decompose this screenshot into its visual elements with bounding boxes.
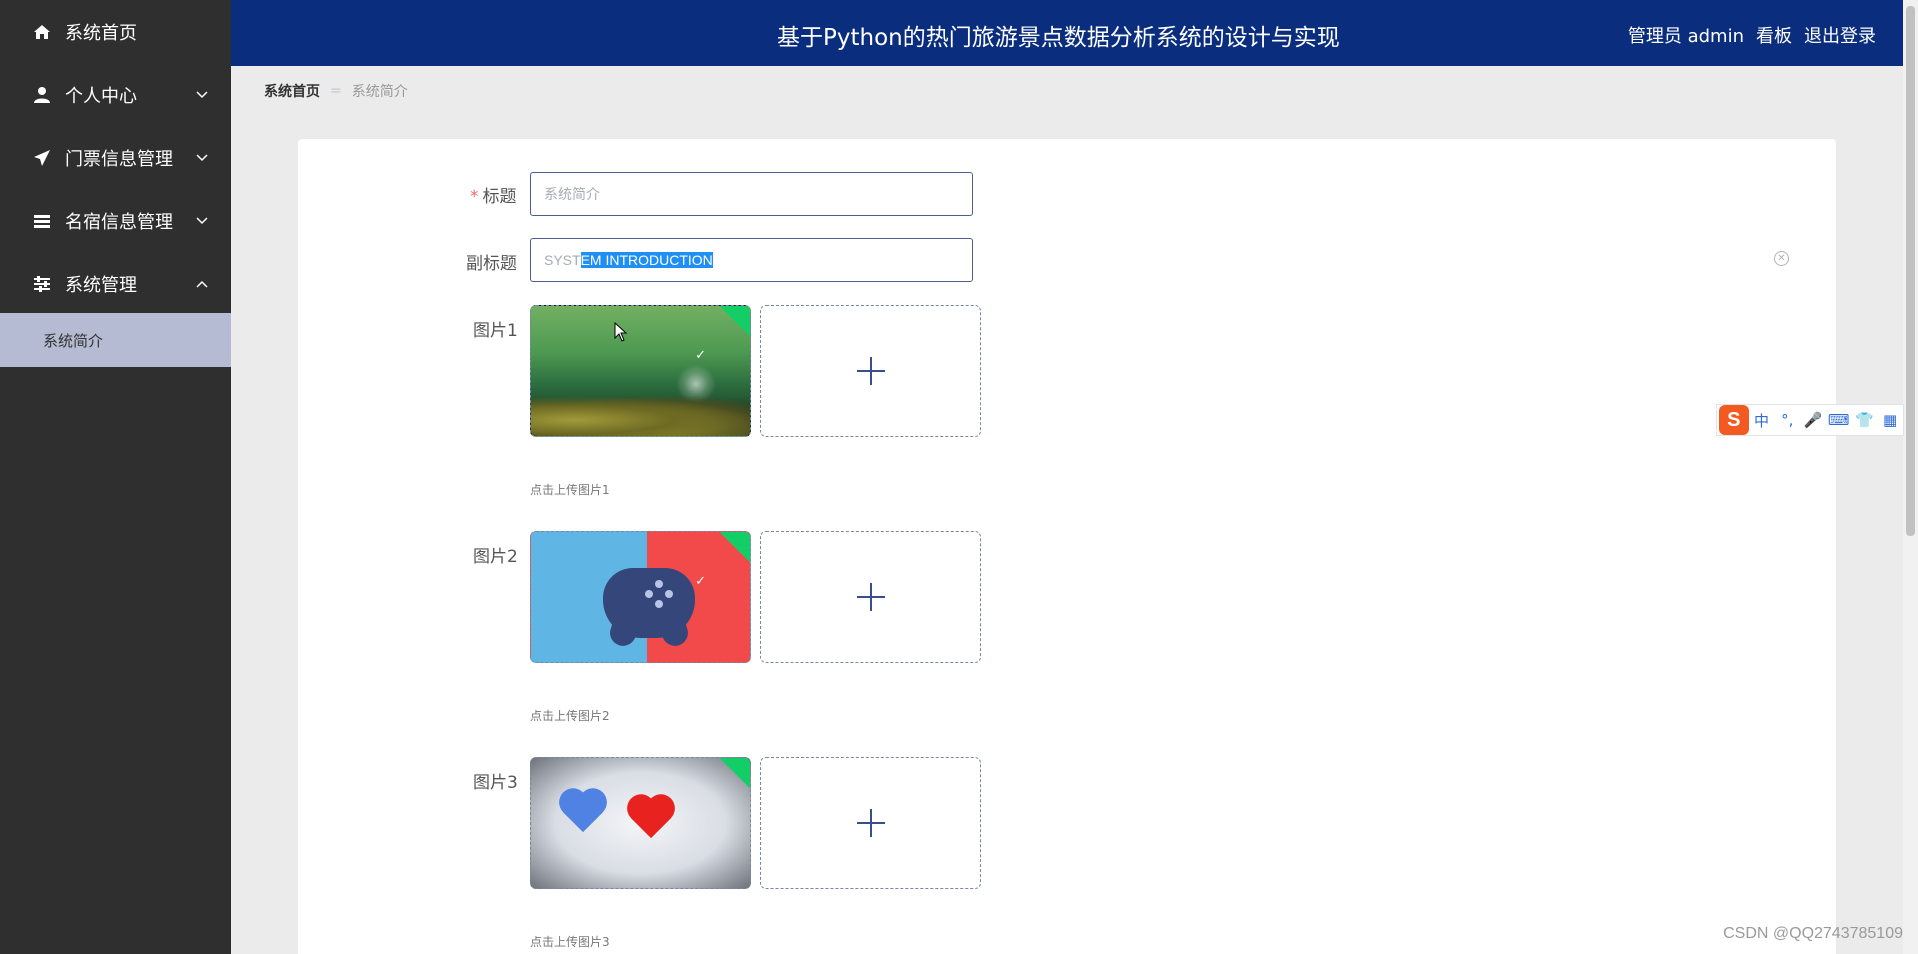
subtitle-selected-text: EM INTRODUCTION <box>580 252 713 268</box>
gamepad-shape <box>603 568 695 638</box>
image3-tip: 点击上传图片3 <box>530 935 610 949</box>
sliders-icon <box>33 275 51 293</box>
sidebar-item-profile[interactable]: 个人中心 <box>0 63 231 126</box>
toolbox-icon[interactable]: ▦ <box>1877 411 1903 429</box>
chevron-down-icon <box>195 151 209 165</box>
image3-preview[interactable] <box>530 757 751 889</box>
subtitle-text: SYST <box>544 252 581 268</box>
watermark: CSDN @QQ2743785109 <box>1723 925 1903 942</box>
moss-shape <box>531 396 750 436</box>
sidebar-item-label: 门票信息管理 <box>65 148 173 170</box>
gamepad-button <box>655 600 663 608</box>
keyboard-icon[interactable]: ⌨ <box>1826 411 1852 429</box>
skin-icon[interactable]: 👕 <box>1852 411 1878 429</box>
gamepad-button <box>665 590 673 598</box>
board-link[interactable]: 看板 <box>1756 22 1792 48</box>
image1-tip: 点击上传图片1 <box>530 483 610 497</box>
success-corner <box>719 758 750 791</box>
sidebar-item-system[interactable]: 系统管理 <box>0 252 231 315</box>
subtitle-input[interactable]: SYST EM INTRODUCTION <box>530 238 973 282</box>
breadcrumb-current: 系统简介 <box>351 84 408 100</box>
page-scrollbar[interactable] <box>1903 0 1918 954</box>
red-heart-shape <box>627 796 677 842</box>
image2-upload-button[interactable] <box>760 531 981 663</box>
current-user: 管理员 admin <box>1627 26 1744 47</box>
microphone-icon[interactable]: 🎤 <box>1800 411 1826 429</box>
sidebar: 系统首页 个人中心 门票信息管理 名宿信息管理 系统管理 系统简介 <box>0 0 231 954</box>
ime-logo[interactable]: S <box>1719 405 1749 435</box>
plus-icon <box>856 357 885 385</box>
header-actions: 管理员 admin 看板 退出登录 <box>1628 22 1876 48</box>
required-mark: * <box>470 187 479 207</box>
sidebar-item-label: 个人中心 <box>65 85 137 107</box>
sidebar-subitem-label: 系统简介 <box>43 331 104 350</box>
plus-icon <box>856 809 885 837</box>
mouse-cursor-icon <box>614 322 628 342</box>
home-icon <box>33 23 51 41</box>
gamepad-button <box>645 590 653 598</box>
image1-label: 图片1 <box>473 321 518 341</box>
clear-icon[interactable]: ✕ <box>1774 251 1789 266</box>
plus-icon <box>856 583 885 611</box>
image1-preview[interactable]: ✓ <box>530 305 751 437</box>
image3-label: 图片3 <box>473 773 518 793</box>
title-placeholder: 系统简介 <box>544 186 600 202</box>
breadcrumb: 系统首页 = 系统简介 <box>264 81 408 101</box>
success-corner <box>719 532 750 565</box>
gamepad-button <box>655 580 663 588</box>
sidebar-item-label: 名宿信息管理 <box>65 211 173 233</box>
image1-upload-button[interactable] <box>760 305 981 437</box>
image2-preview[interactable]: ✓ <box>530 531 751 663</box>
title-label: * 标题 <box>470 182 517 207</box>
scrollbar-thumb[interactable] <box>1906 6 1915 536</box>
top-header: 基于Python的热门旅游景点数据分析系统的设计与实现 管理员 admin 看板… <box>231 0 1903 66</box>
breadcrumb-separator: = <box>330 83 342 99</box>
content-card <box>298 139 1836 954</box>
breadcrumb-home[interactable]: 系统首页 <box>264 81 320 101</box>
paper-plane-icon <box>33 149 51 167</box>
image2-tip: 点击上传图片2 <box>530 709 610 723</box>
ime-punctuation-toggle[interactable]: °, <box>1774 411 1800 429</box>
ime-toolbar: S 中 °, 🎤 ⌨ 👕 ▦ <box>1716 404 1904 436</box>
sidebar-item-label: 系统首页 <box>65 22 137 44</box>
ime-chinese-toggle[interactable]: 中 <box>1749 410 1775 431</box>
sidebar-item-tickets[interactable]: 门票信息管理 <box>0 126 231 189</box>
check-icon: ✓ <box>695 574 706 589</box>
list-icon <box>33 212 51 230</box>
chevron-down-icon <box>195 214 209 228</box>
subtitle-label: 副标题 <box>466 254 517 274</box>
sidebar-item-homestay[interactable]: 名宿信息管理 <box>0 189 231 252</box>
image3-upload-button[interactable] <box>760 757 981 889</box>
check-icon: ✓ <box>695 348 706 363</box>
sidebar-item-home[interactable]: 系统首页 <box>0 0 231 63</box>
app-title: 基于Python的热门旅游景点数据分析系统的设计与实现 <box>777 25 1340 51</box>
user-icon <box>33 86 51 104</box>
logout-link[interactable]: 退出登录 <box>1804 22 1876 48</box>
blue-heart-shape <box>559 790 609 836</box>
image2-label: 图片2 <box>473 547 518 567</box>
sidebar-item-label: 系统管理 <box>65 274 137 296</box>
title-label-text: 标题 <box>482 187 517 207</box>
chevron-up-icon <box>195 277 209 291</box>
success-corner <box>719 306 750 339</box>
chevron-down-icon <box>195 88 209 102</box>
title-input[interactable]: 系统简介 <box>530 172 973 216</box>
sidebar-subitem-intro[interactable]: 系统简介 <box>0 313 231 367</box>
